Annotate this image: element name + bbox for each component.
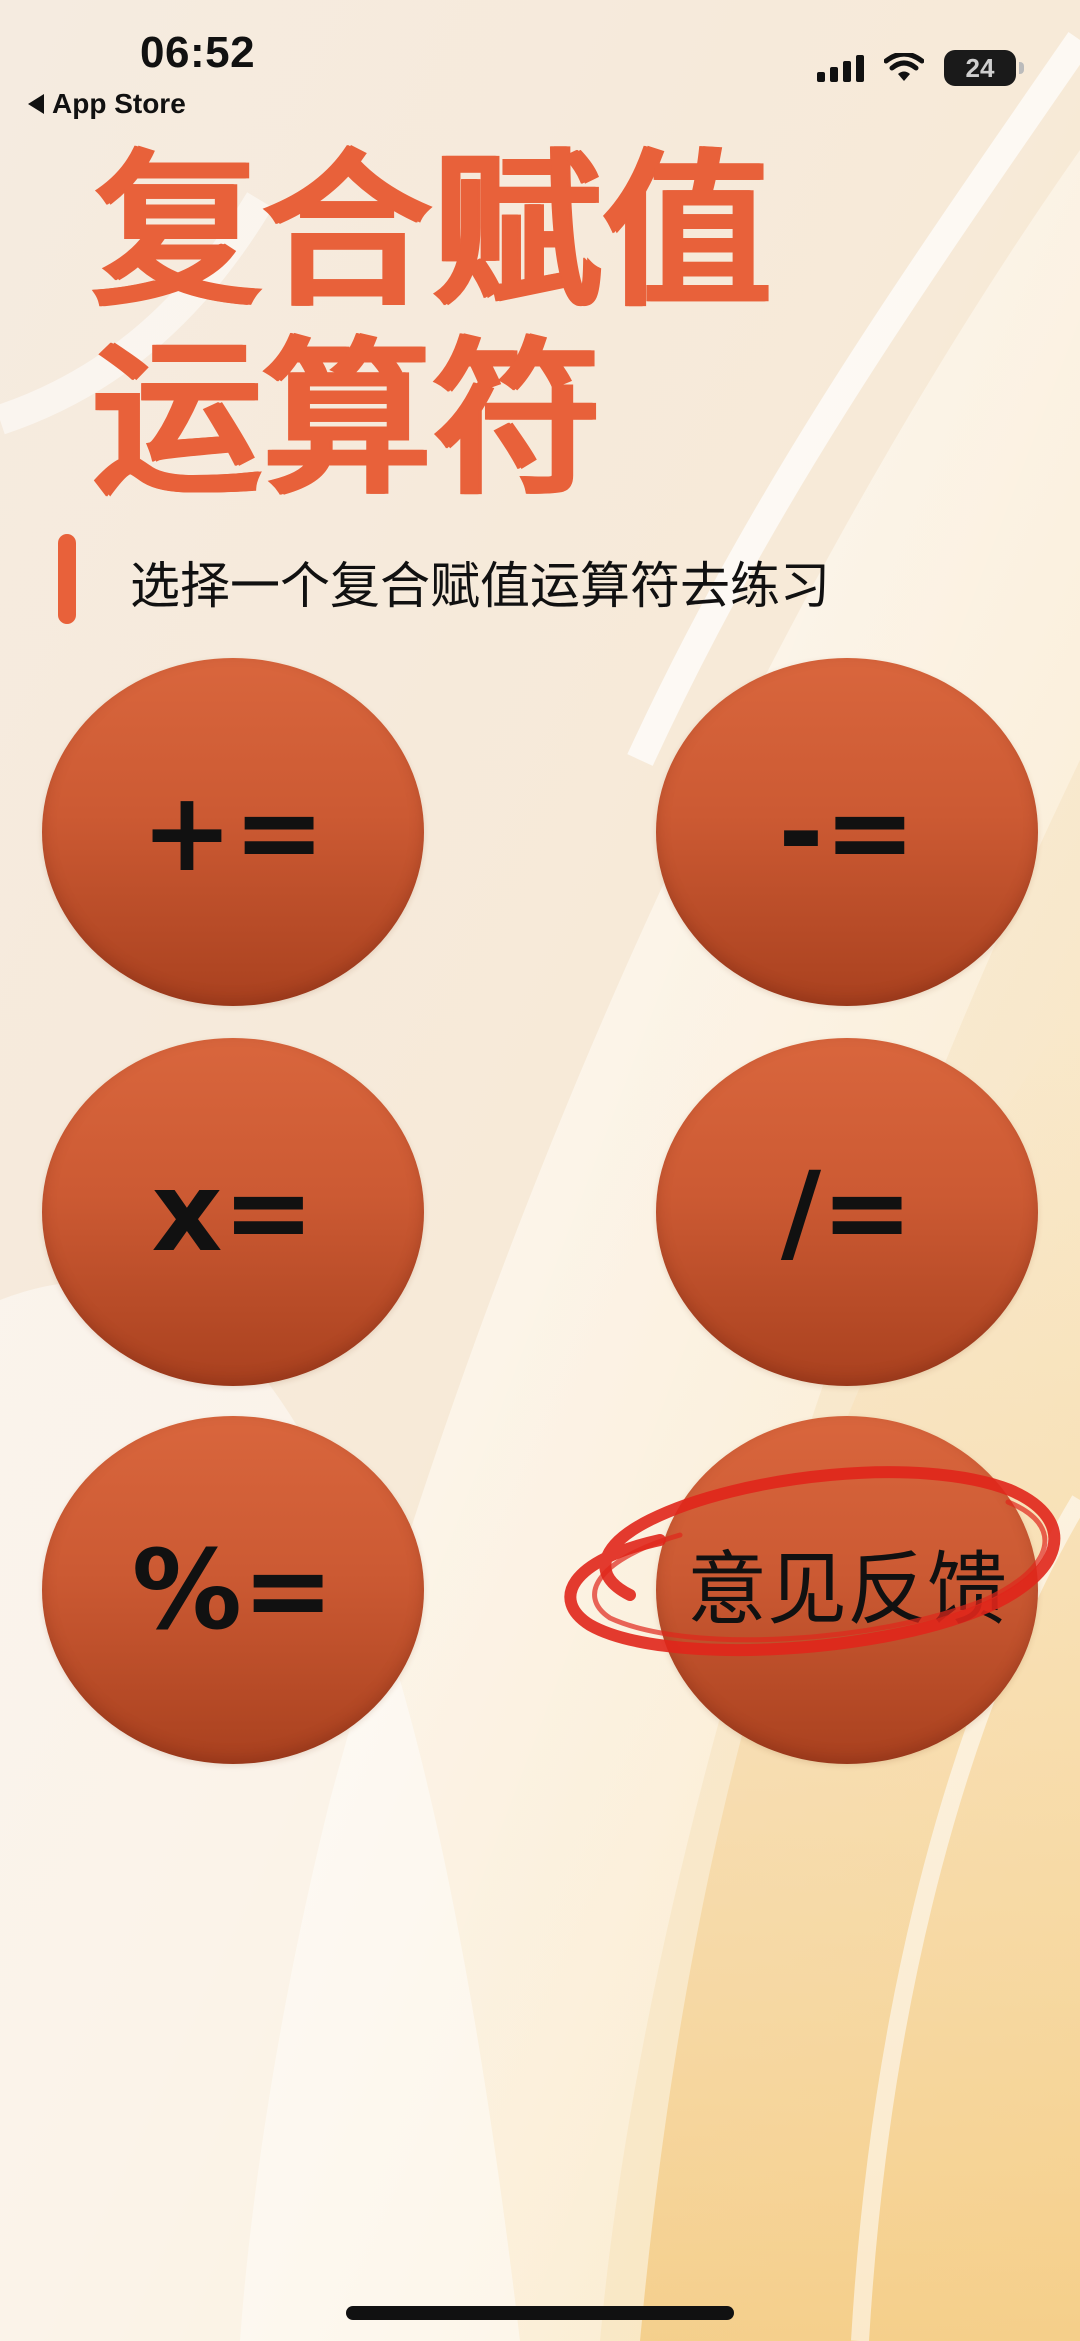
- wifi-icon: [884, 53, 924, 81]
- title-line-1: 复合赋值: [92, 134, 772, 330]
- home-indicator[interactable]: [346, 2306, 734, 2320]
- modulo-assign-button[interactable]: %=: [42, 1416, 424, 1764]
- feedback-label: 意见反馈: [687, 1543, 1007, 1636]
- signal-icon: [817, 54, 864, 82]
- battery-icon: 24: [944, 50, 1024, 86]
- status-time: 06:52: [140, 28, 256, 77]
- subtitle-accent-bar: [58, 534, 76, 624]
- subtract-assign-label: -=: [778, 768, 916, 896]
- add-assign-label: +=: [140, 768, 326, 896]
- status-icons: 24: [817, 50, 1024, 86]
- multiply-assign-button[interactable]: x=: [42, 1038, 424, 1386]
- subtract-assign-button[interactable]: -=: [656, 658, 1038, 1006]
- title-line-2: 运算符: [92, 322, 602, 518]
- back-label: App Store: [52, 88, 186, 119]
- back-triangle-icon: [28, 94, 44, 114]
- back-to-app-store[interactable]: App Store: [28, 88, 186, 120]
- modulo-assign-label: %=: [131, 1526, 335, 1654]
- subtitle: 选择一个复合赋值运算符去练习: [130, 557, 830, 615]
- battery-percent: 24: [965, 52, 995, 83]
- multiply-assign-label: x=: [151, 1148, 315, 1276]
- page-title: 复合赋值 运算符: [92, 138, 772, 514]
- divide-assign-label: /=: [780, 1148, 914, 1276]
- feedback-button[interactable]: 意见反馈: [656, 1416, 1038, 1764]
- battery-fill: [947, 53, 965, 83]
- divide-assign-button[interactable]: /=: [656, 1038, 1038, 1386]
- add-assign-button[interactable]: +=: [42, 658, 424, 1006]
